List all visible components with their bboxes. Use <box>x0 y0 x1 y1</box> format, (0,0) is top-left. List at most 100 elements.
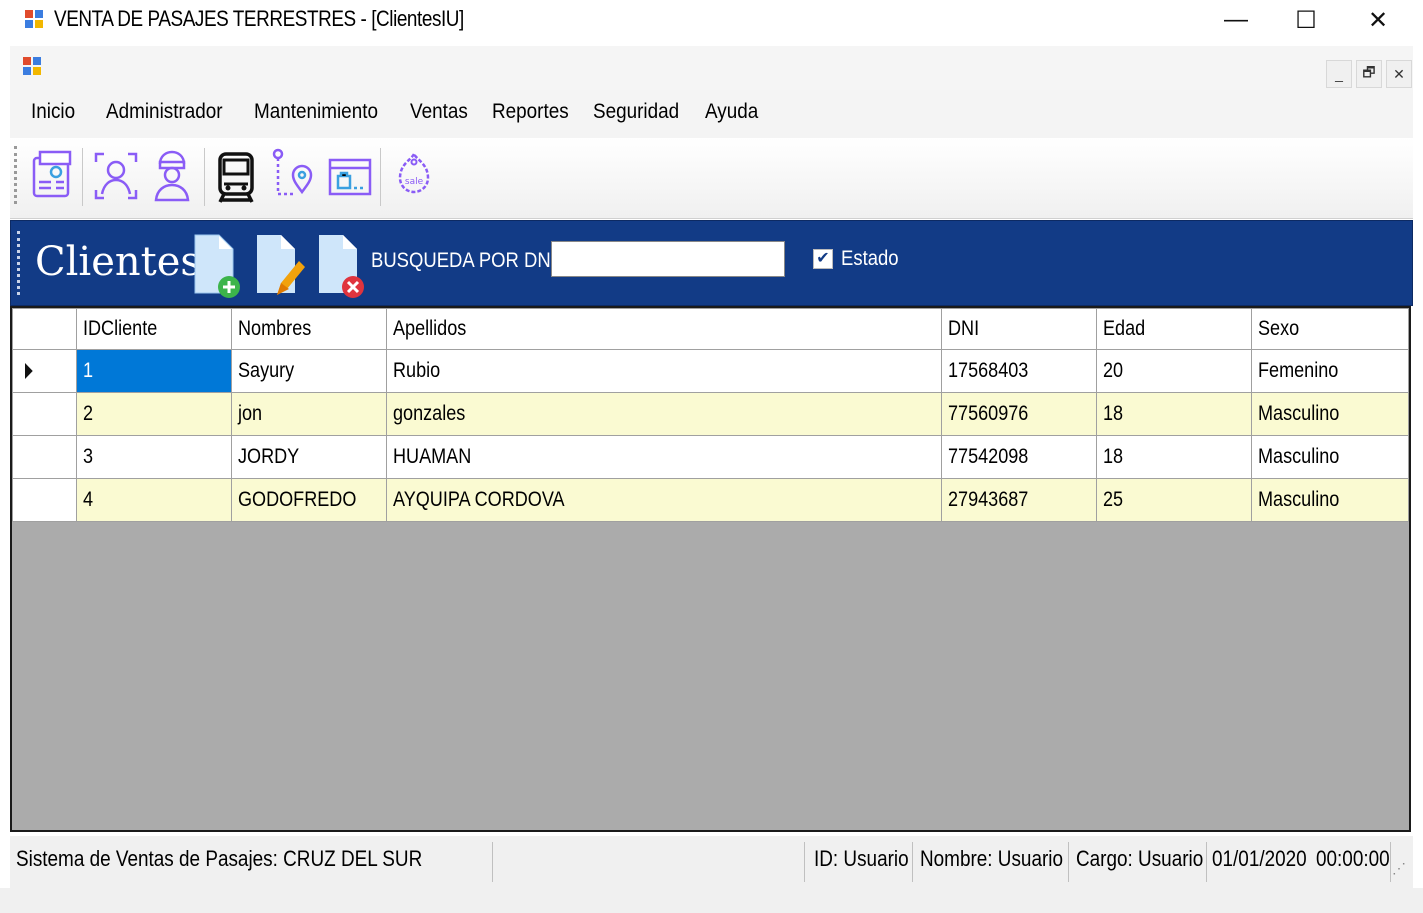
mdi-child-strip: _ 🗗 ✕ <box>10 46 1413 90</box>
id-card-icon[interactable] <box>26 148 78 204</box>
bus-icon[interactable] <box>210 148 262 204</box>
mdi-restore-button[interactable]: 🗗 <box>1356 60 1382 88</box>
table-cell[interactable]: Rubio <box>385 349 943 393</box>
mdi-close-button[interactable]: ✕ <box>1386 60 1412 88</box>
mdi-minimize-button[interactable]: _ <box>1326 60 1352 88</box>
table-cell[interactable]: 27943687 <box>941 478 1098 522</box>
minimize-button[interactable]: — <box>1200 0 1272 40</box>
table-cell[interactable]: HUAMAN <box>385 435 943 479</box>
column-header-dni[interactable]: DNI <box>941 308 1098 350</box>
mdi-child-icon[interactable] <box>22 56 42 76</box>
table-cell[interactable]: 4 <box>75 478 232 522</box>
status-system-name: Sistema de Ventas de Pasajes: CRUZ DEL S… <box>16 846 423 871</box>
table-row[interactable]: 2 jon gonzales 77560976 18 Masculino <box>12 392 1409 436</box>
row-header[interactable] <box>12 435 77 479</box>
resize-grip-icon[interactable]: ⋰ <box>1392 860 1406 877</box>
clientes-header-panel: Clientes BUSQUEDA POR DNI: ✔ Estado <box>10 220 1413 306</box>
status-separator <box>1206 842 1207 882</box>
cell-value: Masculino <box>1258 488 1340 511</box>
toolbar-separator <box>380 148 381 206</box>
column-header-label: Sexo <box>1258 317 1300 340</box>
maximize-button[interactable]: ☐ <box>1270 0 1342 40</box>
cell-value: HUAMAN <box>392 445 472 468</box>
menu-seguridad[interactable]: Seguridad <box>593 100 679 124</box>
sale-tag-icon[interactable]: sale <box>388 148 440 204</box>
row-header[interactable] <box>12 478 77 522</box>
edit-client-button[interactable] <box>253 229 305 299</box>
route-pin-icon[interactable] <box>268 148 320 204</box>
table-cell[interactable]: GODOFREDO <box>230 478 387 522</box>
toolbar-grip[interactable] <box>14 146 20 204</box>
table-cell[interactable]: 3 <box>75 435 232 479</box>
clients-table: IDCliente Nombres Apellidos DNI Edad Sex… <box>12 308 1409 522</box>
person-face-scan-icon[interactable] <box>90 148 142 204</box>
table-cell[interactable]: 18 <box>1096 435 1253 479</box>
cell-value: 77542098 <box>948 445 1029 468</box>
table-cell[interactable]: 77542098 <box>941 435 1098 479</box>
panel-grip[interactable] <box>17 231 23 295</box>
cell-value: 4 <box>82 488 93 511</box>
table-cell[interactable]: jon <box>230 392 387 436</box>
table-cell[interactable]: 2 <box>75 392 232 436</box>
menu-ayuda[interactable]: Ayuda <box>705 100 758 124</box>
table-cell[interactable]: Masculino <box>1251 478 1409 522</box>
cell-value: 18 <box>1103 402 1124 425</box>
status-user-role: Cargo: Usuario <box>1076 846 1204 871</box>
app-icon <box>25 10 43 28</box>
cell-value: 25 <box>1103 488 1124 511</box>
column-header-sexo[interactable]: Sexo <box>1251 308 1409 350</box>
table-row[interactable]: 3 JORDY HUAMAN 77542098 18 Masculino <box>12 435 1409 479</box>
toolbar-separator <box>82 148 83 206</box>
menu-ventas[interactable]: Ventas <box>410 100 468 124</box>
table-row[interactable]: 1 Sayury Rubio 17568403 20 Femenino <box>12 349 1409 393</box>
menu-administrador[interactable]: Administrador <box>106 100 223 124</box>
table-cell[interactable]: 25 <box>1096 478 1253 522</box>
table-cell[interactable]: 17568403 <box>941 349 1098 393</box>
menu-bar: Inicio Administrador Mantenimiento Venta… <box>10 90 1413 138</box>
cell-value: Rubio <box>392 359 441 382</box>
column-header-label: Edad <box>1103 317 1146 340</box>
svg-text:sale: sale <box>405 177 424 187</box>
woman-user-icon[interactable] <box>146 148 198 204</box>
column-header-apellidos[interactable]: Apellidos <box>385 308 943 350</box>
estado-label[interactable]: Estado <box>841 247 899 271</box>
table-cell[interactable]: AYQUIPA CORDOVA <box>385 478 943 522</box>
status-user-id: ID: Usuario <box>814 846 909 871</box>
table-cell[interactable]: gonzales <box>385 392 943 436</box>
column-header-label: IDCliente <box>82 317 158 340</box>
cell-value: JORDY <box>237 445 300 468</box>
menu-mantenimiento[interactable]: Mantenimiento <box>254 100 378 124</box>
table-cell[interactable]: 18 <box>1096 392 1253 436</box>
table-cell[interactable]: Masculino <box>1251 392 1409 436</box>
menu-inicio[interactable]: Inicio <box>31 100 75 124</box>
column-header-edad[interactable]: Edad <box>1096 308 1253 350</box>
table-cell[interactable]: JORDY <box>230 435 387 479</box>
table-cell[interactable]: Masculino <box>1251 435 1409 479</box>
estado-checkbox[interactable]: ✔ <box>813 249 833 269</box>
search-dni-input[interactable] <box>551 241 785 277</box>
row-header-current[interactable] <box>12 349 77 393</box>
cell-value: AYQUIPA CORDOVA <box>392 488 565 511</box>
cell-value: 77560976 <box>948 402 1029 425</box>
close-button[interactable]: ✕ <box>1342 0 1414 40</box>
status-bar: Sistema de Ventas de Pasajes: CRUZ DEL S… <box>10 836 1413 888</box>
row-header[interactable] <box>12 392 77 436</box>
column-header-idcliente[interactable]: IDCliente <box>75 308 232 350</box>
status-separator <box>1390 842 1391 882</box>
table-cell[interactable]: 20 <box>1096 349 1253 393</box>
table-cell[interactable]: Sayury <box>230 349 387 393</box>
menu-reportes[interactable]: Reportes <box>492 100 569 124</box>
table-cell[interactable]: 1 <box>75 349 232 393</box>
cell-value: 17568403 <box>948 359 1029 382</box>
luggage-window-icon[interactable] <box>324 148 376 204</box>
table-row[interactable]: 4 GODOFREDO AYQUIPA CORDOVA 27943687 25 … <box>12 478 1409 522</box>
cell-value: Femenino <box>1258 359 1339 382</box>
clients-data-grid[interactable]: IDCliente Nombres Apellidos DNI Edad Sex… <box>10 306 1411 832</box>
row-header-corner[interactable] <box>12 308 77 350</box>
table-cell[interactable]: Femenino <box>1251 349 1409 393</box>
column-header-nombres[interactable]: Nombres <box>230 308 387 350</box>
table-cell[interactable]: 77560976 <box>941 392 1098 436</box>
window-title-bar: VENTA DE PASAJES TERRESTRES - [ClientesI… <box>0 0 1423 44</box>
delete-client-button[interactable] <box>315 229 367 299</box>
new-client-button[interactable] <box>191 229 243 299</box>
